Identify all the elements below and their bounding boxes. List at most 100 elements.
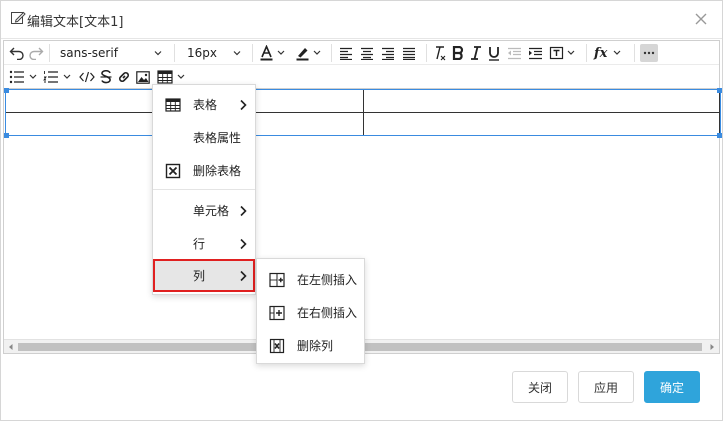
resize-handle[interactable] xyxy=(4,133,9,138)
edit-icon xyxy=(11,11,26,24)
redo-icon xyxy=(29,47,44,60)
strikethrough-button[interactable] xyxy=(98,67,114,87)
menu-item-table-properties[interactable]: 表格属性 xyxy=(153,121,255,154)
menu-item-label: 删除表格 xyxy=(193,164,242,178)
edit-text-dialog: 编辑文本[文本1] sans-serif 16px fx 表格 表格属性 删除表… xyxy=(0,0,723,421)
submenu-item-label: 在左侧插入 xyxy=(297,273,358,287)
apply-button[interactable]: 应用 xyxy=(578,371,634,403)
toolbar-separator xyxy=(174,44,175,62)
italic-button[interactable] xyxy=(468,43,484,63)
dialog-titlebar: 编辑文本[文本1] xyxy=(1,1,722,39)
menu-item-cell[interactable]: 单元格 xyxy=(153,194,255,227)
underline-button[interactable] xyxy=(486,43,502,63)
clear-format-button[interactable] xyxy=(432,43,448,63)
insert-column-left-icon xyxy=(269,272,285,288)
outdent-button[interactable] xyxy=(505,43,523,63)
bold-button[interactable] xyxy=(450,43,466,63)
formula-icon: fx xyxy=(593,46,621,61)
table-icon xyxy=(165,98,181,112)
svg-text:fx: fx xyxy=(593,46,608,61)
column-submenu: 在左侧插入 在右侧插入 删除列 xyxy=(256,258,365,364)
delete-column-icon xyxy=(269,338,285,354)
table-icon xyxy=(157,70,185,84)
menu-item-label: 单元格 xyxy=(193,204,230,218)
image-icon xyxy=(136,70,150,84)
scroll-right-icon[interactable] xyxy=(708,343,716,351)
textbox-icon xyxy=(549,46,575,60)
ordered-list-button[interactable] xyxy=(42,67,76,87)
table-menu: 表格 表格属性 删除表格 单元格 行 列 xyxy=(152,84,256,295)
highlight-color-button[interactable] xyxy=(293,43,327,63)
table-column-divider xyxy=(363,90,364,135)
font-color-button[interactable] xyxy=(257,43,291,63)
submenu-item-insert-right[interactable]: 在右侧插入 xyxy=(257,296,364,329)
align-justify-button[interactable] xyxy=(400,43,418,63)
menu-item-delete-table[interactable]: 删除表格 xyxy=(153,154,255,187)
clear-format-icon xyxy=(436,46,446,61)
highlighter-icon xyxy=(296,48,321,61)
menu-item-label: 表格属性 xyxy=(193,131,242,145)
numbered-list-icon xyxy=(43,71,71,83)
scroll-left-icon[interactable] xyxy=(7,343,15,351)
toolbar-separator xyxy=(426,44,427,62)
font-family-select[interactable]: sans-serif xyxy=(54,43,168,63)
insert-image-button[interactable] xyxy=(135,67,151,87)
link-button[interactable] xyxy=(116,67,132,87)
resize-handle[interactable] xyxy=(4,88,9,93)
toolbar-separator xyxy=(586,44,587,62)
dialog-title: 编辑文本[文本1] xyxy=(27,15,124,30)
submenu-item-label: 在右侧插入 xyxy=(297,306,358,320)
menu-item-label: 列 xyxy=(193,269,206,283)
submenu-item-insert-left[interactable]: 在左侧插入 xyxy=(257,263,364,296)
redo-button[interactable] xyxy=(27,43,45,63)
bullet-list-icon xyxy=(9,70,37,84)
toolbar-separator xyxy=(331,44,332,62)
formula-button[interactable]: fx xyxy=(592,43,626,63)
insert-column-right-icon xyxy=(269,305,285,321)
toolbar-separator xyxy=(49,44,50,62)
font-size-select[interactable]: 16px xyxy=(179,43,249,63)
insert-textbox-button[interactable] xyxy=(548,43,580,63)
undo-button[interactable] xyxy=(8,43,26,63)
bold-icon xyxy=(452,46,464,60)
menu-item-label: 行 xyxy=(193,237,206,251)
submenu-item-delete-column[interactable]: 删除列 xyxy=(257,329,364,362)
indent-button[interactable] xyxy=(526,43,544,63)
chevron-down-icon xyxy=(233,51,241,56)
confirm-button[interactable]: 确定 xyxy=(644,371,700,403)
align-center-button[interactable] xyxy=(358,43,376,63)
chevron-right-icon xyxy=(240,205,247,217)
toolbar-row-1: sans-serif 16px fx xyxy=(4,41,719,65)
content-table[interactable] xyxy=(5,89,720,136)
menu-item-label: 表格 xyxy=(193,98,218,112)
menu-item-row[interactable]: 行 xyxy=(153,227,255,260)
strikethrough-icon xyxy=(100,70,112,84)
delete-table-icon xyxy=(165,163,181,179)
resize-handle[interactable] xyxy=(717,88,722,93)
font-color-icon xyxy=(260,45,285,61)
font-size-value: 16px xyxy=(187,46,217,60)
toolbar-row-2 xyxy=(4,65,719,89)
align-justify-icon xyxy=(403,47,415,60)
menu-item-column[interactable]: 列 xyxy=(153,259,255,292)
chevron-right-icon xyxy=(240,238,247,250)
chevron-right-icon xyxy=(240,99,247,111)
toolbar-separator xyxy=(252,44,253,62)
link-icon xyxy=(119,72,129,82)
align-left-icon xyxy=(340,47,352,60)
chevron-down-icon xyxy=(154,51,162,56)
resize-handle[interactable] xyxy=(717,133,722,138)
unordered-list-button[interactable] xyxy=(8,67,42,87)
indent-icon xyxy=(528,47,542,59)
underline-icon xyxy=(489,46,499,61)
font-family-value: sans-serif xyxy=(60,46,118,60)
align-right-button[interactable] xyxy=(379,43,397,63)
menu-item-table[interactable]: 表格 xyxy=(153,88,255,121)
chevron-right-icon xyxy=(240,270,247,282)
italic-icon xyxy=(471,46,481,60)
close-button[interactable]: 关闭 xyxy=(512,371,568,403)
more-options-button[interactable] xyxy=(640,44,658,62)
align-left-button[interactable] xyxy=(337,43,355,63)
close-icon[interactable] xyxy=(691,9,711,29)
code-button[interactable] xyxy=(78,67,96,87)
